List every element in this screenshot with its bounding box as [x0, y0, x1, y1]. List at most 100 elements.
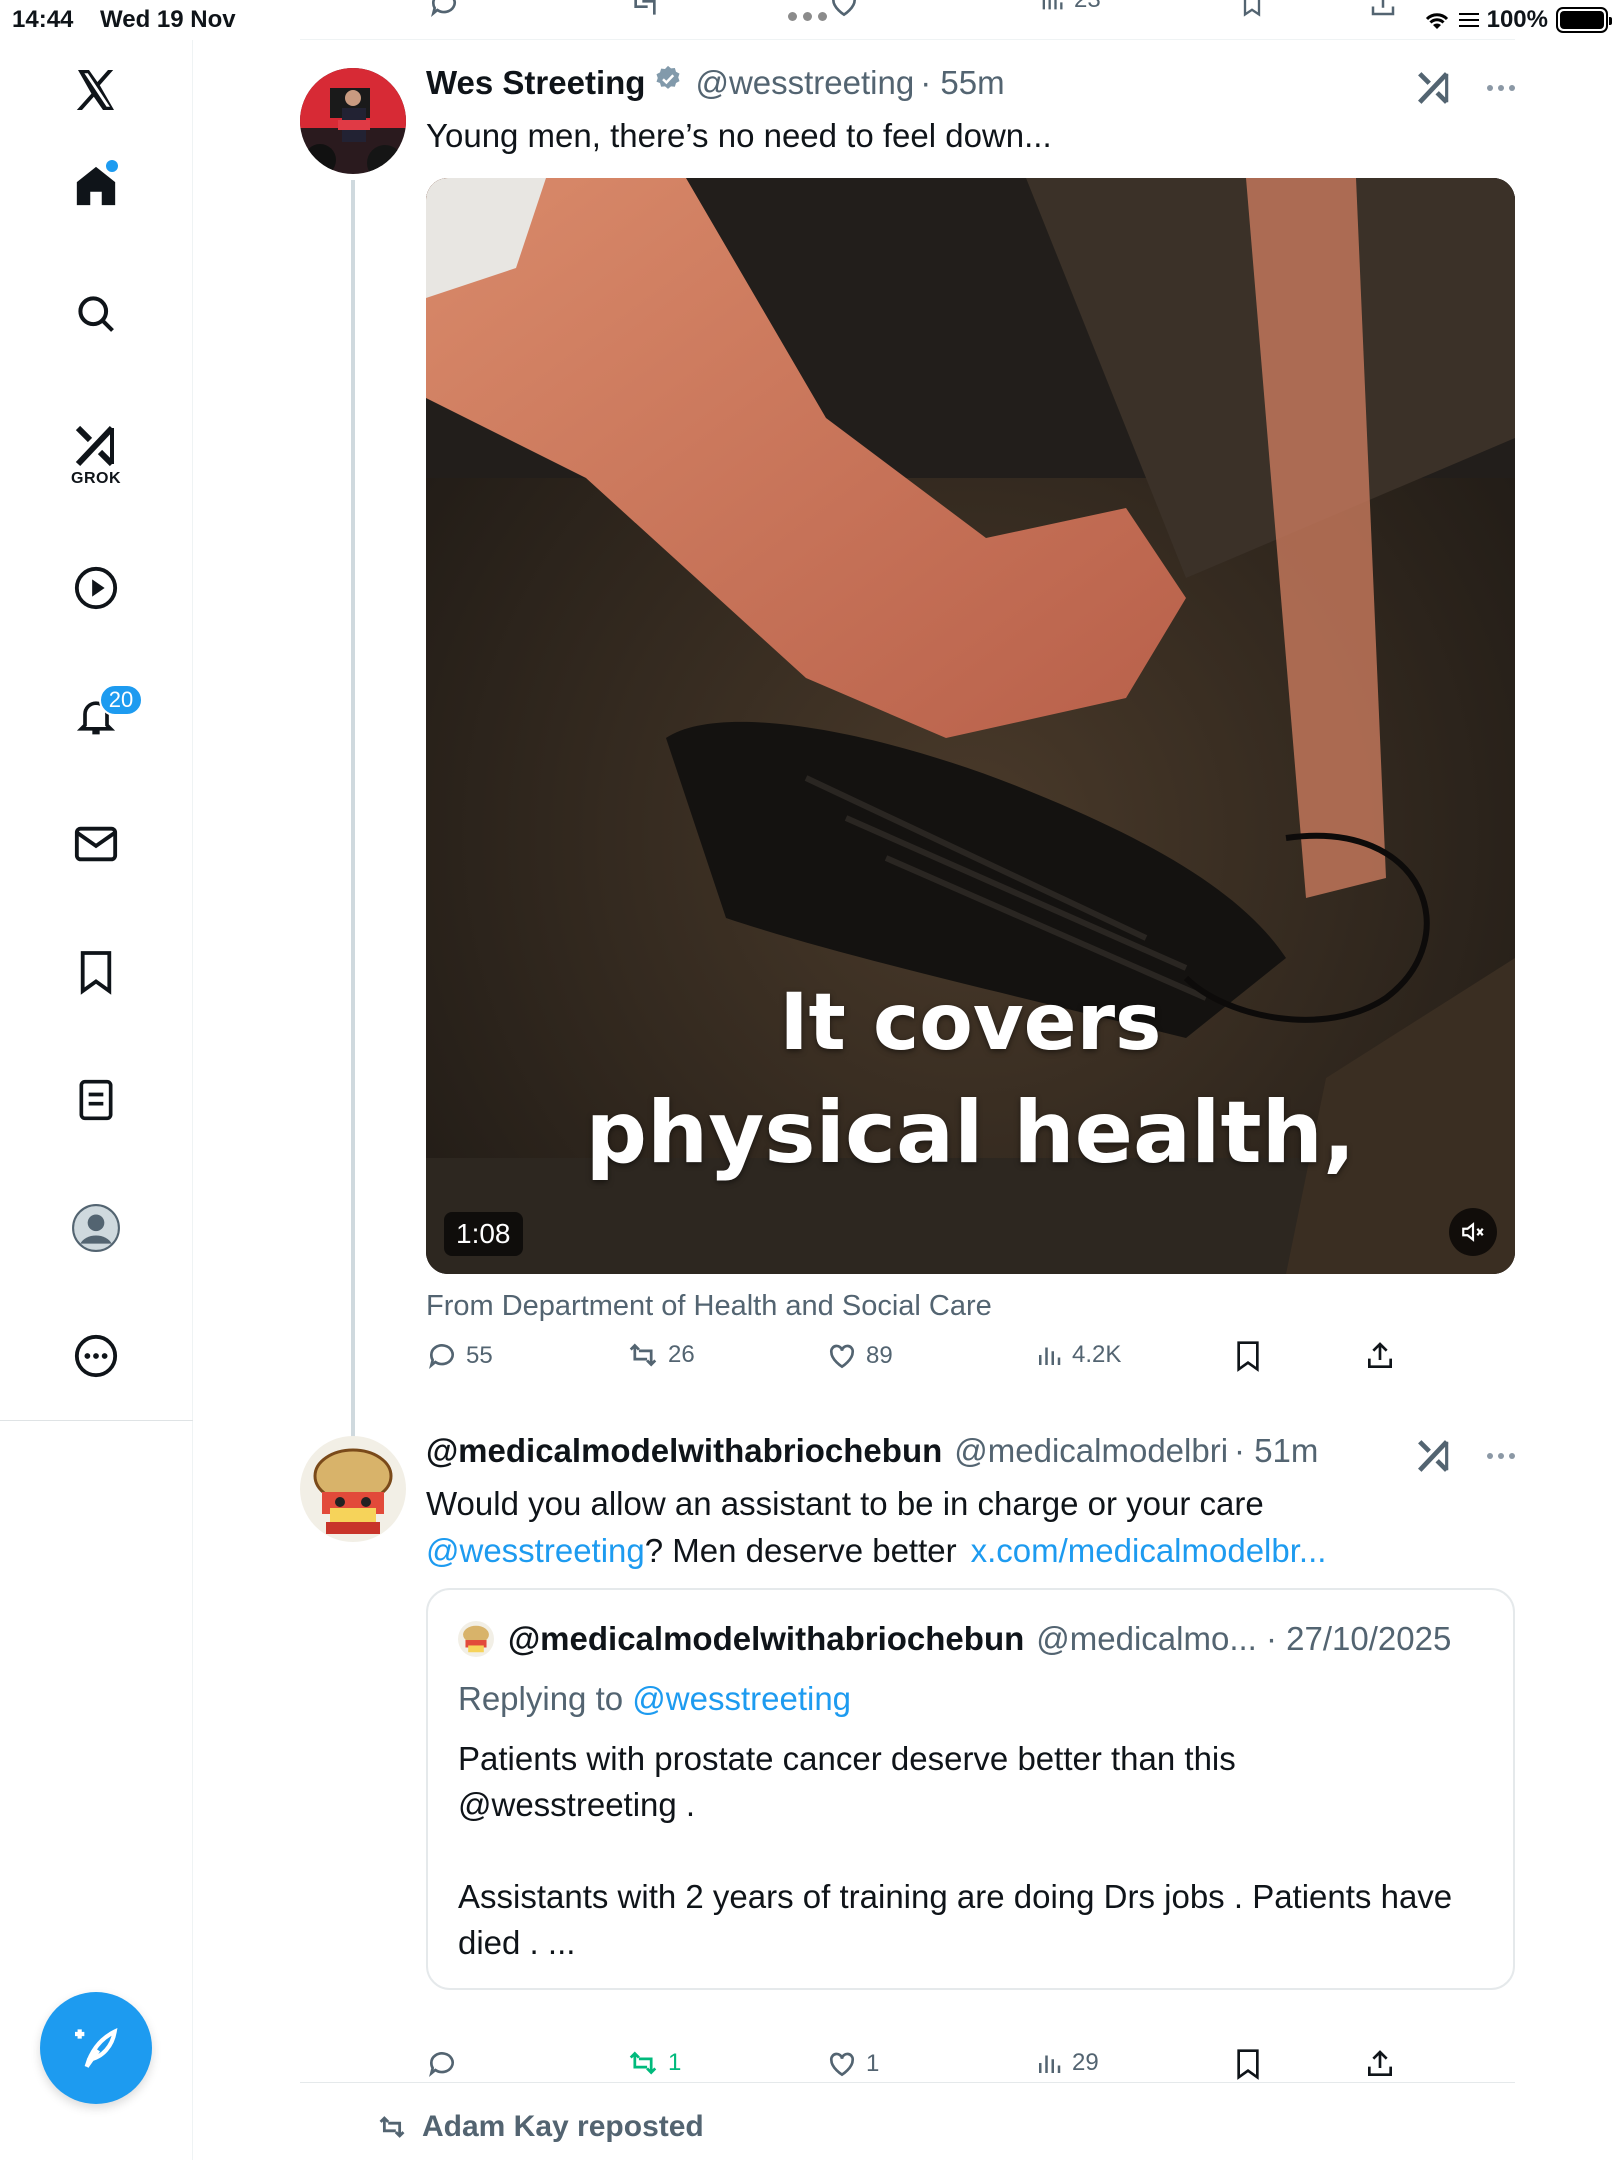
quote-author-handle: @medicalmo... · 27/10/2025 — [1036, 1620, 1452, 1657]
tweet-text-mid: ? Men deserve better — [644, 1532, 957, 1569]
views-icon — [1039, 1347, 1061, 1365]
more-options-icon[interactable] — [1487, 85, 1515, 91]
sidebar-divider — [0, 1420, 193, 1421]
repost-icon[interactable] — [628, 0, 662, 20]
share-icon — [1368, 2050, 1392, 2076]
tweet-text-line2: @wesstreeting? Men deserve better x.com/m… — [426, 1527, 1326, 1574]
like-button[interactable]: 89 — [826, 1340, 893, 1372]
author-handle[interactable]: @medicalmodelbri — [954, 1432, 1228, 1470]
tweet-text: Would you allow an assistant to be in ch… — [426, 1480, 1326, 1574]
avatar[interactable] — [300, 1436, 406, 1542]
home-unread-dot — [106, 160, 118, 172]
quote-avatar — [458, 1621, 494, 1657]
share-icon — [1368, 1342, 1392, 1368]
notifications-badge: 20 — [99, 684, 143, 716]
reply-count: 55 — [466, 1345, 493, 1367]
views-button[interactable]: 4.2K — [1034, 1340, 1121, 1370]
sidebar-item-bookmarks[interactable] — [60, 936, 132, 1008]
speaker-muted-icon — [1462, 1222, 1484, 1242]
grok-icon[interactable] — [1415, 1438, 1453, 1474]
like-button[interactable]: 1 — [826, 2048, 879, 2080]
author-handle[interactable]: @wesstreeting — [695, 64, 914, 102]
url-link[interactable]: x.com/medicalmodelbr... — [971, 1532, 1327, 1569]
sidebar: GROK 20 — [0, 40, 193, 2160]
verified-badge-icon — [656, 65, 680, 89]
like-icon — [829, 2052, 855, 2077]
video-player[interactable]: It covers physical health, 1:08 — [426, 178, 1515, 1274]
share-button[interactable] — [1364, 2048, 1396, 2080]
views-button[interactable]: 29 — [1034, 2048, 1099, 2078]
grok-icon — [75, 425, 115, 467]
more-icon — [74, 1334, 118, 1378]
quote-text: Patients with prostate cancer deserve be… — [458, 1740, 1453, 1961]
reply-icon[interactable] — [428, 0, 460, 20]
bookmark-button[interactable] — [1234, 1340, 1262, 1372]
compose-button[interactable] — [40, 1992, 152, 2104]
tweet-header-actions — [1415, 70, 1515, 106]
like-icon[interactable] — [828, 0, 860, 20]
repost-button[interactable]: 1 — [626, 2048, 681, 2078]
author-name[interactable]: @medicalmodelwithabriochebun — [426, 1432, 942, 1470]
more-options-icon[interactable] — [1487, 1453, 1515, 1459]
grok-label: GROK — [71, 470, 121, 487]
sidebar-item-explore[interactable] — [60, 278, 132, 350]
mute-button[interactable] — [1449, 1208, 1497, 1256]
reply-icon — [429, 1344, 454, 1369]
thread-line — [351, 180, 355, 1460]
tweet-header-actions — [1415, 1438, 1515, 1474]
sidebar-item-grok[interactable]: GROK — [60, 420, 132, 492]
like-count: 89 — [866, 1345, 893, 1367]
x-logo-link[interactable] — [60, 54, 132, 126]
tweet-text: Young men, there’s no need to feel down.… — [426, 117, 1052, 154]
previous-tweet-actions: 23 — [300, 0, 1515, 40]
repost-count: 26 — [668, 1341, 695, 1368]
share-button[interactable] — [1364, 1340, 1396, 1372]
sidebar-item-home[interactable] — [60, 150, 132, 222]
battery-icon — [1556, 7, 1612, 33]
list-icon — [79, 1079, 113, 1121]
bookmark-icon[interactable] — [1238, 0, 1266, 20]
tweet-actions: 55 26 89 4.2K — [426, 1340, 1426, 1390]
views-icon — [1039, 2055, 1061, 2073]
grok-icon[interactable] — [1415, 70, 1453, 106]
bookmark-icon — [1237, 2049, 1259, 2080]
repost-button[interactable]: 26 — [626, 1340, 695, 1370]
tweet-header: @medicalmodelwithabriochebun @medicalmod… — [426, 1432, 1318, 1470]
bookmark-icon — [1237, 1341, 1259, 1372]
sidebar-item-video[interactable] — [60, 552, 132, 624]
share-icon[interactable] — [1368, 0, 1398, 20]
sidebar-item-lists[interactable] — [60, 1064, 132, 1136]
like-icon — [829, 1344, 855, 1369]
status-time: 14:44 — [12, 6, 74, 33]
x-logo-icon — [76, 70, 114, 110]
tweet-time[interactable]: · 55m — [920, 64, 1004, 102]
tweet-divider — [300, 2082, 1515, 2083]
quote-author-name: @medicalmodelwithabriochebun — [508, 1620, 1025, 1657]
play-icon — [74, 566, 118, 610]
bookmark-icon — [80, 951, 112, 995]
sidebar-item-profile[interactable] — [60, 1192, 132, 1264]
quote-tweet[interactable]: @medicalmodelwithabriochebun @medicalmo.… — [426, 1588, 1515, 1990]
repost-icon — [629, 2051, 657, 2075]
repost-icon — [629, 1343, 657, 1367]
repost-notice[interactable]: Adam Kay reposted — [376, 2110, 704, 2144]
quote-replying-mention[interactable]: @wesstreeting — [632, 1680, 851, 1717]
repost-count: 1 — [668, 2049, 682, 2076]
bookmark-button[interactable] — [1234, 2048, 1262, 2080]
video-source[interactable]: From Department of Health and Social Car… — [426, 1290, 992, 1323]
views-icon — [1042, 0, 1063, 10]
sidebar-item-messages[interactable] — [60, 808, 132, 880]
mail-icon — [74, 826, 118, 862]
tweet-time[interactable]: · 51m — [1234, 1432, 1318, 1470]
author-name[interactable]: Wes Streeting — [426, 64, 645, 102]
tweet-text-line1: Would you allow an assistant to be in ch… — [426, 1485, 1264, 1522]
sidebar-item-more[interactable] — [60, 1320, 132, 1392]
quote-header: @medicalmodelwithabriochebun @medicalmo.… — [458, 1620, 1451, 1658]
avatar[interactable] — [300, 68, 406, 174]
views-partial[interactable]: 23 — [1038, 0, 1101, 14]
sidebar-item-notifications[interactable]: 20 — [60, 680, 143, 752]
reply-button[interactable]: 55 — [426, 1340, 493, 1372]
mention-link[interactable]: @wesstreeting — [426, 1532, 645, 1569]
video-caption-line2: physical health, — [585, 1083, 1356, 1183]
reply-button[interactable] — [426, 2048, 458, 2080]
